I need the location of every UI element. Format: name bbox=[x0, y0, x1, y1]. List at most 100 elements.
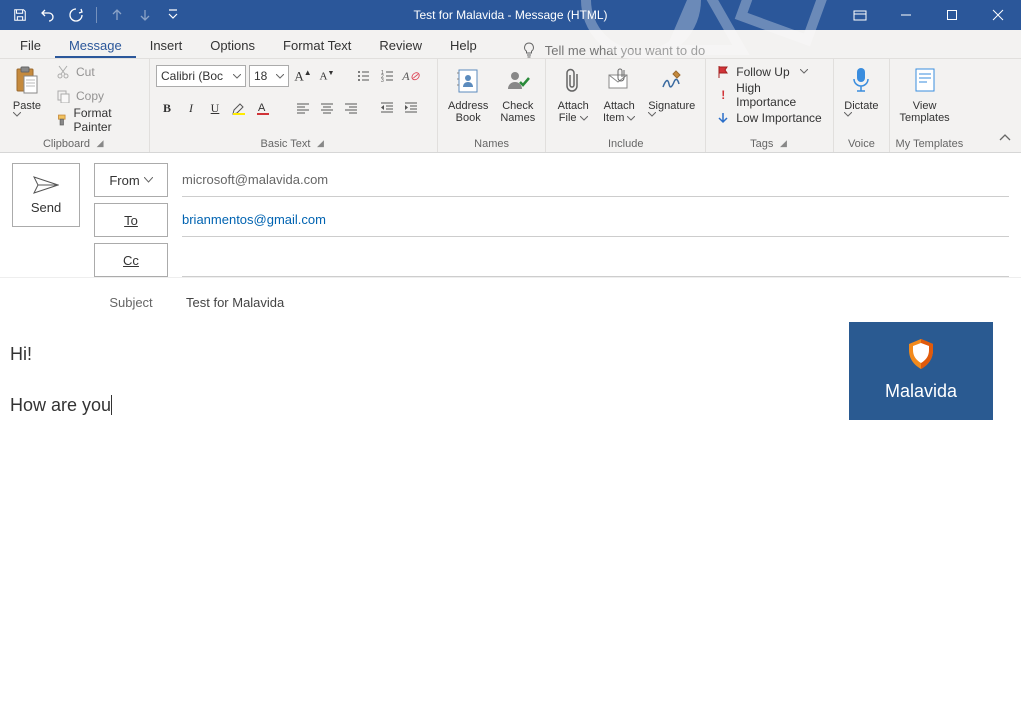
high-importance-button[interactable]: !High Importance bbox=[712, 84, 827, 105]
dictate-button[interactable]: Dictate bbox=[840, 61, 882, 120]
follow-up-button[interactable]: Follow Up bbox=[712, 61, 827, 82]
tab-message[interactable]: Message bbox=[55, 33, 136, 58]
increase-indent-button[interactable] bbox=[400, 97, 422, 119]
signature-button[interactable]: Signature bbox=[644, 61, 699, 120]
format-painter-button[interactable]: Format Painter bbox=[52, 109, 143, 130]
redo-button[interactable] bbox=[64, 1, 88, 29]
low-importance-label: Low Importance bbox=[736, 111, 821, 125]
ribbon-display-icon bbox=[853, 10, 867, 21]
view-templates-label: View Templates bbox=[900, 100, 950, 124]
to-field[interactable]: brianmentos@gmail.com bbox=[182, 203, 1009, 237]
to-button[interactable]: To bbox=[94, 203, 168, 237]
address-book-button[interactable]: Address Book bbox=[444, 61, 492, 127]
underline-button[interactable]: U bbox=[204, 97, 226, 119]
ribbon-display-button[interactable] bbox=[837, 0, 883, 30]
highlight-icon bbox=[231, 100, 247, 116]
outdent-icon bbox=[380, 101, 394, 115]
bold-button[interactable]: B bbox=[156, 97, 178, 119]
chevron-down-icon bbox=[13, 112, 21, 117]
italic-button[interactable]: I bbox=[180, 97, 202, 119]
basic-text-group-label: Basic Text bbox=[261, 138, 311, 150]
microphone-icon bbox=[849, 66, 873, 96]
align-center-button[interactable] bbox=[316, 97, 338, 119]
align-left-button[interactable] bbox=[292, 97, 314, 119]
low-importance-button[interactable]: Low Importance bbox=[712, 107, 827, 128]
tags-launcher[interactable]: ◢ bbox=[777, 138, 789, 150]
previous-button[interactable] bbox=[105, 1, 129, 29]
tell-me-input[interactable] bbox=[545, 43, 745, 58]
quick-access-toolbar bbox=[0, 0, 185, 30]
font-name-select[interactable]: Calibri (Boc bbox=[156, 65, 246, 87]
view-templates-button[interactable]: View Templates bbox=[896, 61, 954, 127]
close-button[interactable] bbox=[975, 0, 1021, 30]
scissors-icon bbox=[56, 65, 70, 79]
undo-button[interactable] bbox=[36, 1, 60, 29]
align-left-icon bbox=[296, 101, 310, 115]
cc-label: Cc bbox=[123, 253, 139, 268]
message-body[interactable]: Malavida Hi! How are you bbox=[0, 322, 1021, 438]
embedded-image[interactable]: Malavida bbox=[849, 322, 993, 420]
attach-item-button[interactable]: Attach Item bbox=[598, 61, 640, 127]
tab-format-text[interactable]: Format Text bbox=[269, 33, 365, 58]
numbering-button[interactable]: 123 bbox=[376, 65, 398, 87]
from-field[interactable]: microsoft@malavida.com bbox=[182, 163, 1009, 197]
from-button[interactable]: From bbox=[94, 163, 168, 197]
font-color-icon: A bbox=[255, 100, 271, 116]
shrink-font-button[interactable]: A▼ bbox=[316, 65, 338, 87]
subject-field[interactable]: Test for Malavida bbox=[186, 285, 1009, 319]
undo-icon bbox=[40, 8, 56, 22]
title-bar: Test for Malavida - Message (HTML) bbox=[0, 0, 1021, 30]
maximize-button[interactable] bbox=[929, 0, 975, 30]
tab-insert[interactable]: Insert bbox=[136, 33, 197, 58]
minimize-icon bbox=[900, 9, 912, 21]
to-value[interactable]: brianmentos@gmail.com bbox=[182, 212, 326, 227]
format-painter-label: Format Painter bbox=[74, 106, 139, 134]
group-voice: Dictate Voice bbox=[834, 59, 889, 152]
cc-button[interactable]: Cc bbox=[94, 243, 168, 277]
check-names-button[interactable]: Check Names bbox=[496, 61, 539, 127]
paste-button[interactable]: Paste bbox=[6, 61, 48, 120]
attach-file-button[interactable]: Attach File bbox=[552, 61, 594, 127]
group-clipboard: Paste Cut Copy Format Painter Clipboard◢ bbox=[0, 59, 150, 152]
tab-options[interactable]: Options bbox=[196, 33, 269, 58]
minimize-button[interactable] bbox=[883, 0, 929, 30]
clear-formatting-button[interactable]: A⊘ bbox=[400, 65, 422, 87]
tab-help[interactable]: Help bbox=[436, 33, 491, 58]
tell-me[interactable] bbox=[521, 42, 745, 58]
send-icon bbox=[33, 176, 59, 194]
low-importance-icon bbox=[716, 111, 730, 125]
font-size-select[interactable]: 18 bbox=[249, 65, 289, 87]
collapse-ribbon-button[interactable] bbox=[995, 128, 1015, 148]
send-button[interactable]: Send bbox=[12, 163, 80, 227]
chevron-up-icon bbox=[999, 134, 1011, 142]
address-book-icon bbox=[454, 67, 482, 95]
decrease-indent-button[interactable] bbox=[376, 97, 398, 119]
signature-label: Signature bbox=[648, 100, 695, 112]
tab-review[interactable]: Review bbox=[365, 33, 436, 58]
maximize-icon bbox=[946, 9, 958, 21]
save-button[interactable] bbox=[8, 1, 32, 29]
save-icon bbox=[13, 8, 27, 22]
font-color-button[interactable]: A bbox=[252, 97, 274, 119]
numbering-icon: 123 bbox=[380, 69, 394, 83]
cut-button[interactable]: Cut bbox=[52, 61, 143, 82]
shrink-font-icon: A▼ bbox=[320, 70, 335, 83]
customize-qat-button[interactable] bbox=[161, 1, 185, 29]
chevron-down-icon bbox=[168, 9, 178, 21]
next-button[interactable] bbox=[133, 1, 157, 29]
body-line-2: How are you bbox=[10, 395, 111, 415]
subject-label: Subject bbox=[94, 295, 168, 310]
bullets-button[interactable] bbox=[352, 65, 374, 87]
window-controls bbox=[837, 0, 1021, 30]
svg-text:3: 3 bbox=[381, 78, 384, 83]
grow-font-button[interactable]: A▲ bbox=[292, 65, 314, 87]
clipboard-launcher[interactable]: ◢ bbox=[94, 138, 106, 150]
tab-file[interactable]: File bbox=[6, 33, 55, 58]
cc-field[interactable] bbox=[182, 243, 1009, 277]
copy-button[interactable]: Copy bbox=[52, 85, 143, 106]
align-right-button[interactable] bbox=[340, 97, 362, 119]
align-right-icon bbox=[344, 101, 358, 115]
indent-icon bbox=[404, 101, 418, 115]
basic-text-launcher[interactable]: ◢ bbox=[314, 138, 326, 150]
highlight-button[interactable] bbox=[228, 97, 250, 119]
